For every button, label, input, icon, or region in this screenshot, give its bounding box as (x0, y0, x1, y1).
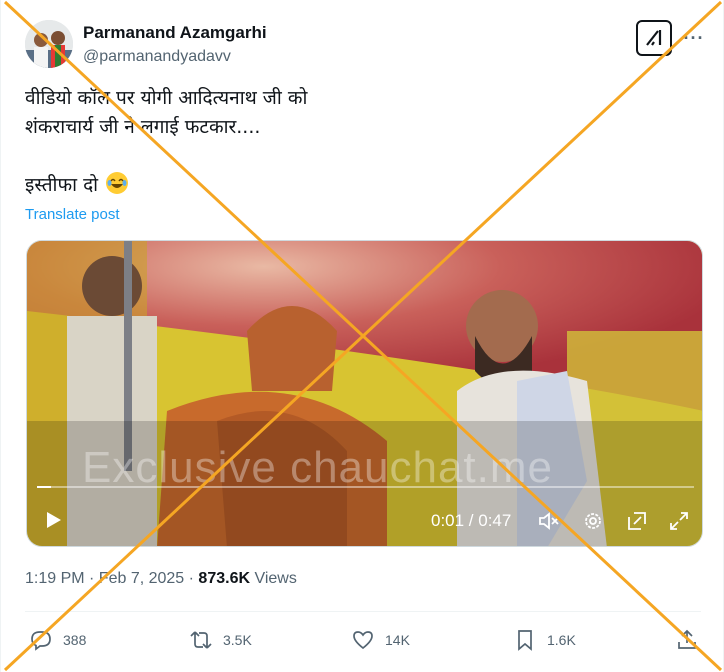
video-frame (27, 241, 702, 546)
heart-icon (353, 631, 373, 650)
video-progress-fill (37, 486, 51, 488)
post-text: वीडियो कॉल पर योगी आदित्यनाथ जी को शंकरा… (25, 84, 645, 200)
share-icon (678, 629, 696, 649)
pip-button[interactable] (623, 507, 651, 535)
play-icon (47, 512, 61, 528)
action-bar: 388 3.5K 14K 1.6K (25, 624, 701, 656)
translate-post-link[interactable]: Translate post (25, 206, 120, 223)
like-button[interactable]: 14K (351, 624, 410, 656)
play-button[interactable] (39, 506, 67, 534)
settings-button[interactable] (579, 507, 607, 535)
gear-icon (585, 513, 601, 529)
views-label: Views (250, 570, 297, 587)
post-meta: 1:19 PM · Feb 7, 2025 · 873.6K Views (25, 570, 297, 588)
video-progress-bar[interactable] (37, 486, 694, 488)
avatar[interactable] (25, 20, 73, 68)
pip-icon (628, 512, 646, 530)
post-line: शंकराचार्य जी ने लगाई फटकार.... (25, 116, 261, 138)
repost-count: 3.5K (223, 632, 252, 648)
fullscreen-button[interactable] (665, 507, 693, 535)
reply-button[interactable]: 388 (29, 624, 86, 656)
mute-icon (539, 512, 559, 530)
author-name[interactable]: Parmanand Azamgarhi (83, 22, 267, 44)
bookmark-icon (518, 630, 532, 651)
author-block: Parmanand Azamgarhi @parmanandyadavv (83, 22, 267, 68)
post-line: वीडियो कॉल पर योगी आदित्यनाथ जी को (25, 87, 308, 109)
video-time: 0:01 / 0:47 (431, 511, 512, 530)
bookmark-button[interactable]: 1.6K (513, 624, 576, 656)
laughing-emoji-icon (106, 172, 129, 194)
author-handle[interactable]: @parmanandyadavv (83, 46, 267, 68)
reply-icon (31, 631, 51, 651)
post-line-last: इस्तीफा दो (25, 171, 645, 200)
post-line-text: इस्तीफा दो (25, 174, 99, 196)
reply-count: 388 (63, 632, 87, 648)
more-icon: ··· (683, 27, 705, 48)
post-card: Parmanand Azamgarhi @parmanandyadavv ···… (0, 0, 724, 672)
bookmark-count: 1.6K (547, 632, 576, 648)
more-button[interactable]: ··· (682, 24, 706, 52)
share-button[interactable] (675, 624, 709, 656)
video-player[interactable]: Exclusive chauchat.me 0:01 / 0:47 (26, 240, 703, 547)
post-gap (25, 142, 645, 171)
avatar-image (25, 20, 73, 68)
repost-icon (190, 631, 212, 649)
grok-icon (646, 30, 662, 46)
fullscreen-icon (670, 512, 688, 530)
mute-button[interactable] (535, 507, 563, 535)
like-count: 14K (385, 632, 410, 648)
divider (25, 611, 701, 612)
views-count: 873.6K (198, 570, 251, 587)
post-timestamp[interactable]: 1:19 PM · Feb 7, 2025 · (25, 570, 198, 587)
repost-button[interactable]: 3.5K (189, 624, 252, 656)
grok-button[interactable] (636, 20, 672, 56)
